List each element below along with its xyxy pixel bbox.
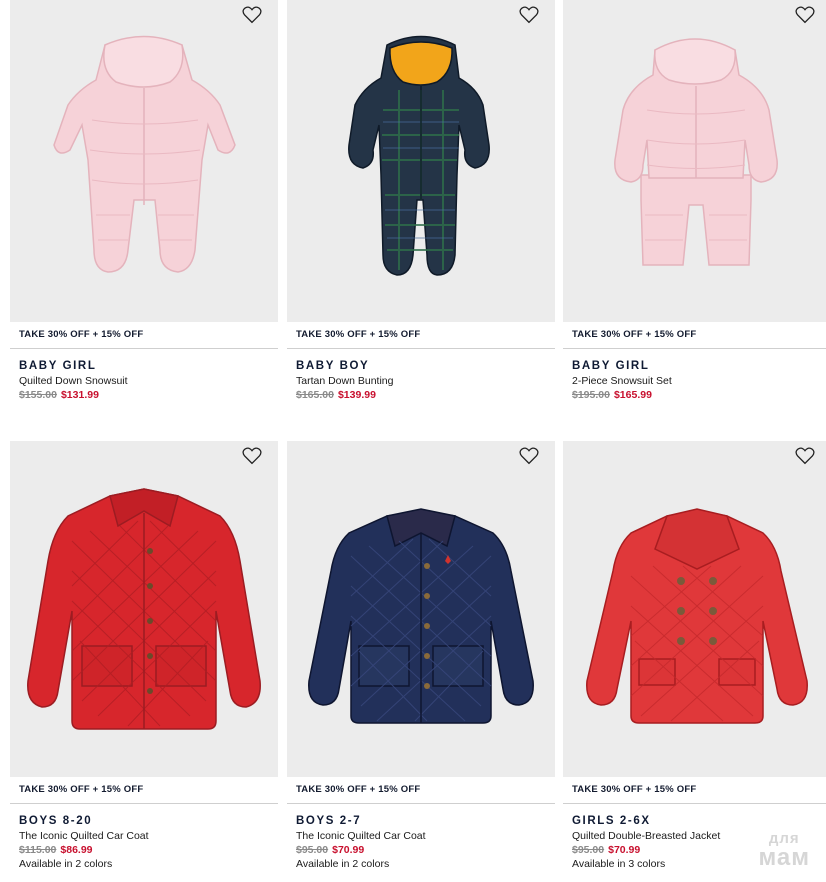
product-category: BOYS 2-7 xyxy=(296,815,362,827)
snowsuit-set-image xyxy=(614,38,778,266)
product-category: BABY GIRL xyxy=(19,360,97,372)
product-image[interactable] xyxy=(10,0,278,322)
product-card[interactable]: TAKE 30% OFF + 15% OFF GIRLS 2-6X Quilte… xyxy=(563,441,826,870)
promo-text: TAKE 30% OFF + 15% OFF xyxy=(563,777,826,804)
product-image[interactable] xyxy=(287,441,555,777)
product-category: GIRLS 2-6X xyxy=(572,815,651,827)
product-card[interactable]: TAKE 30% OFF + 15% OFF BABY GIRL Quilted… xyxy=(10,0,278,401)
sale-price: $70.99 xyxy=(332,844,365,856)
product-image[interactable] xyxy=(563,441,826,777)
product-price: $195.00 $165.99 xyxy=(563,389,826,401)
original-price: $95.00 xyxy=(572,844,605,856)
sale-price: $131.99 xyxy=(60,389,99,401)
original-price: $195.00 xyxy=(572,389,610,401)
product-image[interactable] xyxy=(287,0,555,322)
available-colors[interactable]: Available in 2 colors xyxy=(10,858,278,870)
promo-text: TAKE 30% OFF + 15% OFF xyxy=(563,322,826,349)
product-price: $95.00 $70.99 xyxy=(287,844,555,856)
original-price: $115.00 xyxy=(19,844,57,856)
promo-text: TAKE 30% OFF + 15% OFF xyxy=(10,777,278,804)
original-price: $95.00 xyxy=(296,844,329,856)
promo-text: TAKE 30% OFF + 15% OFF xyxy=(287,777,555,804)
heart-icon[interactable] xyxy=(242,447,262,465)
product-name[interactable]: Tartan Down Bunting xyxy=(287,375,555,387)
promo-text: TAKE 30% OFF + 15% OFF xyxy=(287,322,555,349)
heart-icon[interactable] xyxy=(519,447,539,465)
heart-icon[interactable] xyxy=(519,6,539,24)
snowsuit-image xyxy=(53,35,236,273)
product-image[interactable] xyxy=(10,441,278,777)
product-name[interactable]: The Iconic Quilted Car Coat xyxy=(287,830,555,842)
original-price: $165.00 xyxy=(296,389,334,401)
original-price: $155.00 xyxy=(19,389,57,401)
watermark: для мам xyxy=(758,831,810,870)
car-coat-image xyxy=(27,488,261,730)
product-card[interactable]: TAKE 30% OFF + 15% OFF BOYS 8-20 The Ico… xyxy=(10,441,278,870)
product-name[interactable]: Quilted Down Snowsuit xyxy=(10,375,278,387)
product-image[interactable] xyxy=(563,0,826,322)
sale-price: $139.99 xyxy=(337,389,376,401)
product-card[interactable]: TAKE 30% OFF + 15% OFF BOYS 2-7 The Icon… xyxy=(287,441,555,870)
product-card[interactable]: TAKE 30% OFF + 15% OFF BABY BOY Tartan D… xyxy=(287,0,555,401)
car-coat-image xyxy=(308,508,534,724)
sale-price: $165.99 xyxy=(613,389,652,401)
product-card[interactable]: TAKE 30% OFF + 15% OFF BABY GIRL 2-Piece… xyxy=(563,0,826,401)
product-price: $115.00 $86.99 xyxy=(10,844,278,856)
product-category: BABY BOY xyxy=(296,360,370,372)
product-category: BABY GIRL xyxy=(572,360,650,372)
heart-icon[interactable] xyxy=(795,447,815,465)
available-colors[interactable]: Available in 2 colors xyxy=(287,858,555,870)
peacoat-image xyxy=(586,508,808,724)
product-price: $155.00 $131.99 xyxy=(10,389,278,401)
product-name[interactable]: The Iconic Quilted Car Coat xyxy=(10,830,278,842)
watermark-line2: мам xyxy=(758,844,810,871)
heart-icon[interactable] xyxy=(242,6,262,24)
product-price: $165.00 $139.99 xyxy=(287,389,555,401)
promo-text: TAKE 30% OFF + 15% OFF xyxy=(10,322,278,349)
sale-price: $70.99 xyxy=(608,844,641,856)
sale-price: $86.99 xyxy=(60,844,93,856)
heart-icon[interactable] xyxy=(795,6,815,24)
bunting-image xyxy=(348,35,490,276)
product-category: BOYS 8-20 xyxy=(19,815,93,827)
product-name[interactable]: 2-Piece Snowsuit Set xyxy=(563,375,826,387)
